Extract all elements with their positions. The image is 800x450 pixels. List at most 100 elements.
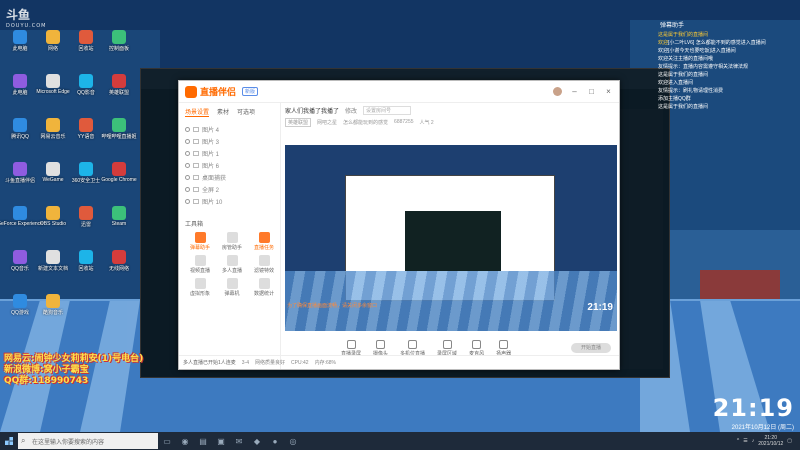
sidebar-tab[interactable]: 可选项 [237, 107, 255, 117]
desktop-icon[interactable]: 哔哩哔哩直播姬 [102, 118, 137, 146]
desktop-icon[interactable]: 网络 [37, 30, 69, 58]
scene-item[interactable]: 全屏 2 [185, 183, 274, 195]
desktop-icon[interactable]: 迅雷 [70, 206, 102, 234]
desktop-icon[interactable]: QQ游戏 [4, 294, 36, 322]
desktop-icon[interactable]: 回收站 [70, 30, 102, 58]
close-icon[interactable]: × [604, 87, 613, 96]
tool-label: 直播任务 [253, 245, 274, 251]
desktop-icon-label: 此电脑 [12, 46, 28, 52]
eye-icon[interactable] [185, 198, 190, 204]
task-view-icon[interactable]: ▭ [158, 432, 176, 450]
desktop-icon-label: 网络 [47, 46, 58, 52]
desktop-icon[interactable]: 回收站 [70, 250, 102, 278]
toolbox-item[interactable]: 房管助手 [217, 232, 247, 251]
desktop-icon[interactable]: QQ音乐 [4, 250, 36, 278]
game-client-icon[interactable]: ◆ [248, 432, 266, 450]
desktop-icon[interactable]: YY语音 [70, 118, 102, 146]
scene-list: 图片 4 图片 3 图片 1 图片 6 桌面捕获 全屏 2 图片 10 [179, 121, 280, 209]
stream-preview[interactable]: 为了确保直播画面流畅，请关闭多余窗口 21:19 [285, 145, 617, 331]
desktop-icon[interactable]: Steam [103, 206, 135, 234]
desktop-icon[interactable]: 新建文本文档 [37, 250, 69, 278]
desktop-icon[interactable]: 360安全卫士 [70, 162, 102, 190]
desktop-icon[interactable]: 控制面板 [103, 30, 135, 58]
control-button[interactable]: 麦克风 [469, 339, 484, 357]
scene-item[interactable]: 图片 10 [185, 195, 274, 207]
start-button[interactable] [0, 432, 18, 450]
avatar[interactable] [553, 87, 562, 96]
app-icon [112, 162, 126, 176]
eye-icon[interactable] [185, 150, 190, 156]
desktop-icon[interactable]: QQ影音 [70, 74, 102, 102]
control-button[interactable]: 摄像头 [373, 339, 388, 357]
version-badge[interactable]: 新版 [242, 87, 259, 96]
app-icon [79, 30, 93, 44]
desktop-icon-label: WeGame [42, 177, 64, 183]
volume-icon[interactable]: ♪ [752, 438, 755, 444]
desktop-icon[interactable]: 腾讯QQ [4, 118, 36, 146]
streaming-app-window[interactable]: 直播伴侣 新版 – □ × 场景设置 素材 可选项 图片 4 图片 3 图片 1 图片 6… [178, 80, 620, 370]
tray-clock[interactable]: 21:20 2021/10/12 [758, 435, 783, 447]
mail-icon[interactable]: ✉ [230, 432, 248, 450]
image-icon [193, 126, 199, 132]
control-button[interactable]: 录屏区域 [437, 339, 457, 357]
eye-icon[interactable] [185, 138, 190, 144]
toolbox-item[interactable]: 虚拟形象 [185, 278, 215, 297]
wechat-icon[interactable]: ◎ [284, 432, 302, 450]
browser-icon[interactable]: ◉ [176, 432, 194, 450]
control-icon [499, 339, 509, 349]
sidebar-tab[interactable]: 场景设置 [185, 107, 210, 117]
scene-label: 图片 10 [202, 199, 223, 206]
store-icon[interactable]: ▣ [212, 432, 230, 450]
toolbox-item[interactable]: 滤镜特效 [249, 255, 279, 274]
tray-expand-icon[interactable]: ^ [737, 438, 739, 444]
start-live-button[interactable]: 开始直播 [571, 343, 611, 353]
eye-icon[interactable] [185, 162, 190, 168]
desktop-icon[interactable]: 无线网络 [103, 250, 135, 278]
network-icon[interactable]: ☰ [743, 438, 747, 444]
toolbox-item[interactable]: 数据统计 [249, 278, 279, 297]
desktop-icon[interactable]: 斗鱼直播伴侣 [4, 162, 36, 190]
notification-icon[interactable]: ▢ [787, 438, 792, 444]
maximize-icon[interactable]: □ [587, 87, 596, 96]
desktop-icon[interactable]: 此电脑 [4, 74, 36, 102]
desktop-icon[interactable]: 网易云音乐 [37, 118, 69, 146]
toolbox-item[interactable]: 弹幕助手 [185, 232, 215, 251]
desktop-icon[interactable]: GeForce Experience [0, 206, 43, 234]
scene-item[interactable]: 桌面捕获 [185, 171, 274, 183]
desktop-icon[interactable]: WeGame [37, 162, 69, 190]
control-button[interactable]: 扬声器 [496, 339, 511, 357]
control-button[interactable]: 多机位直播 [400, 339, 425, 357]
streaming-app-icon[interactable]: ● [266, 432, 284, 450]
taskbar-search-input[interactable]: 在这里输入你要搜索的内容 [18, 433, 158, 449]
preview-clock: 21:19 [587, 302, 613, 313]
desktop-icon[interactable]: Microsoft Edge [36, 74, 70, 102]
minimize-icon[interactable]: – [570, 87, 579, 96]
control-button[interactable]: 直播录屏 [341, 339, 361, 357]
desktop-icon[interactable]: 此电脑 [4, 30, 36, 58]
scene-item[interactable]: 图片 4 [185, 123, 274, 135]
room-input[interactable]: 设置房间号 [363, 105, 412, 115]
scene-item[interactable]: 图片 1 [185, 147, 274, 159]
scene-item[interactable]: 图片 6 [185, 159, 274, 171]
toolbox-item[interactable]: 直播任务 [249, 232, 279, 251]
danmaku-line: 这是属于我们的直播间 [620, 31, 800, 39]
eye-icon[interactable] [185, 126, 190, 132]
sidebar-tab[interactable]: 素材 [217, 107, 229, 117]
edit-title-button[interactable]: 修改 [345, 106, 357, 115]
explorer-icon[interactable]: ▤ [194, 432, 212, 450]
desktop-icon[interactable]: OBS Studio [37, 206, 69, 234]
desktop-icon-label: 控制面板 [108, 46, 129, 52]
desktop-icon[interactable]: Google Chrome [101, 162, 137, 190]
desktop-icon[interactable]: 酷狗音乐 [37, 294, 69, 322]
toolbox-item[interactable]: 视频直播 [185, 255, 215, 274]
scene-item[interactable]: 图片 3 [185, 135, 274, 147]
app-icon [79, 206, 93, 220]
app-icon [112, 206, 126, 220]
tool-icon [258, 278, 270, 289]
eye-icon[interactable] [185, 186, 190, 192]
image-icon [193, 162, 199, 168]
desktop-icon[interactable]: 英雄联盟 [103, 74, 135, 102]
toolbox-item[interactable]: 多人直播 [217, 255, 247, 274]
toolbox-item[interactable]: 弹幕机 [217, 278, 247, 297]
eye-icon[interactable] [185, 174, 190, 180]
